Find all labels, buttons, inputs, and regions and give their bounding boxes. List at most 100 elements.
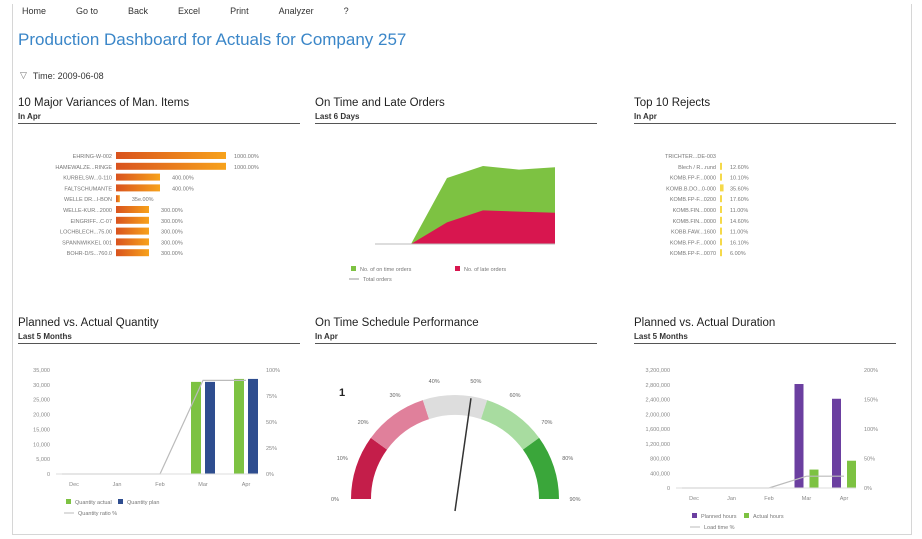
- menu-excel[interactable]: Excel: [178, 6, 200, 22]
- panel-title: Planned vs. Actual Duration: [634, 317, 776, 329]
- panel-ontime-orders: On Time and Late Orders Last 6 Days No. …: [315, 97, 597, 289]
- gauge-tick-label: 80%: [562, 456, 573, 462]
- reject-value-label: 14.60%: [730, 219, 749, 225]
- x-tick-label: Dec: [69, 482, 79, 488]
- panel-planned-duration: Planned vs. Actual Duration Last 5 Month…: [634, 317, 896, 539]
- y2-tick-label: 100%: [266, 368, 280, 374]
- y-tick-label: 2,400,000: [646, 398, 670, 404]
- gauge-segment: [370, 400, 430, 450]
- reject-value-label: 11.00%: [730, 208, 748, 214]
- y-tick-label: 15,000: [33, 427, 50, 433]
- legend-label-total: Total orders: [363, 277, 392, 283]
- legend-swatch: [692, 513, 697, 518]
- panel-subtitle: In Apr: [18, 112, 300, 124]
- menu-print[interactable]: Print: [230, 6, 249, 22]
- ontime-orders-chart: No. of on time orders No. of late orders T…: [349, 166, 555, 283]
- menu-analyzer[interactable]: Analyzer: [279, 6, 314, 22]
- panel-title: Top 10 Rejects: [634, 97, 711, 109]
- gauge-tick-label: 0%: [331, 497, 339, 503]
- bar-category-label: HAMEWALZE...RINGE: [55, 165, 112, 171]
- bar-category-label: EHRING-W-002: [73, 154, 112, 160]
- bar-category-label: BOHR-D/S...760.0: [67, 251, 112, 257]
- gauge-number: 1: [339, 387, 345, 399]
- gauge-tick-label: 20%: [358, 420, 369, 426]
- reject-bar: [720, 184, 724, 192]
- y2-tick-label: 25%: [266, 446, 277, 452]
- panel-title: 10 Major Variances of Man. Items: [18, 97, 190, 109]
- chevron-down-icon[interactable]: ▽: [20, 70, 27, 81]
- y-tick-label: 10,000: [33, 442, 50, 448]
- panel-title: On Time and Late Orders: [315, 97, 445, 109]
- reject-category-label: KOBB.FAW...1600: [671, 230, 716, 236]
- menu-home[interactable]: Home: [22, 6, 46, 22]
- y2-tick-label: 50%: [266, 420, 277, 426]
- bar-value-label: 35e.00%: [132, 197, 154, 203]
- y-tick-label: 5,000: [36, 457, 50, 463]
- gauge-tick-label: 10%: [337, 456, 348, 462]
- bar-series-1: [234, 378, 244, 474]
- y2-tick-label: 150%: [864, 398, 878, 404]
- legend-swatch-ontime: [351, 266, 356, 271]
- variance-bar: [116, 195, 120, 203]
- time-filter[interactable]: ▽ Time: 2009-06-08: [20, 70, 104, 81]
- panel-subtitle: Last 5 Months: [634, 332, 896, 344]
- gauge-segment: [351, 437, 388, 499]
- bar-category-label: KURBELSW...0-110: [63, 176, 112, 182]
- gauge-tick-label: 70%: [541, 420, 552, 426]
- y-tick-label: 2,800,000: [646, 383, 670, 389]
- time-filter-label: Time: 2009-06-08: [32, 70, 104, 81]
- y-tick-label: 3,200,000: [646, 368, 670, 374]
- gauge-segment: [522, 437, 559, 499]
- legend-label: Quantity actual: [75, 500, 112, 506]
- bar-series-2: [248, 378, 258, 474]
- reject-bar: [720, 227, 722, 235]
- panel-subtitle: In Apr: [315, 332, 597, 344]
- reject-bar: [720, 195, 722, 203]
- reject-bar: [720, 216, 722, 224]
- legend-label: Quantity plan: [127, 500, 159, 506]
- planned-duration-chart: 3,200,000 2,800,000 2,400,000 2,000,000 1,60…: [646, 368, 879, 531]
- y2-tick-label: 200%: [864, 368, 878, 374]
- bar-value-label: 1000.00%: [234, 165, 259, 171]
- y2-tick-label: 75%: [266, 394, 277, 400]
- y-tick-label: 0: [667, 486, 670, 492]
- rejects-chart: TRICHTER...DE-003 Blech / R...rund 12.60% K…: [665, 154, 749, 257]
- y-tick-label: 800,000: [650, 457, 670, 463]
- bar-series-2: [809, 469, 819, 488]
- legend-swatch: [66, 499, 71, 504]
- bar-series-2: [205, 381, 215, 474]
- panel-title: Planned vs. Actual Quantity: [18, 317, 159, 329]
- variance-bar: [116, 152, 226, 159]
- reject-category-label: KOMB.B.DO...0-000: [666, 186, 716, 192]
- legend-label-line: Quantity ratio %: [78, 511, 117, 517]
- reject-value-label: 12.60%: [730, 165, 749, 171]
- panel-title: On Time Schedule Performance: [315, 317, 479, 329]
- bar-category-label: EINGRIFF...C-07: [70, 219, 112, 225]
- reject-category-label: KOMB.FP-F...0000: [670, 176, 716, 182]
- bar-category-label: LOCHBLECH...75.00: [60, 230, 112, 236]
- gauge-segment: [422, 395, 488, 420]
- menu-help[interactable]: ?: [344, 6, 349, 22]
- reject-bar: [720, 162, 722, 170]
- y2-tick-label: 50%: [864, 457, 875, 463]
- reject-bar: [720, 249, 722, 257]
- bar-category-label: WELLE-KUR...2000: [63, 208, 112, 214]
- x-tick-label: Apr: [840, 496, 849, 502]
- reject-category-label: KOMB.FP-F...0070: [670, 251, 716, 257]
- variance-bar: [116, 184, 160, 192]
- reject-value-label: 35.60%: [730, 186, 749, 192]
- gauge-tick-label: 60%: [509, 393, 520, 399]
- legend-label: Actual hours: [753, 514, 784, 520]
- legend-label: Planned hours: [701, 514, 737, 520]
- y-tick-label: 1,200,000: [646, 442, 670, 448]
- bar-value-label: 300.00%: [161, 208, 183, 214]
- panel-rejects: Top 10 Rejects In Apr TRICHTER...DE-003 B…: [634, 97, 896, 289]
- menu-go-to[interactable]: Go to: [76, 6, 98, 22]
- menu-back[interactable]: Back: [128, 6, 148, 22]
- variance-bar: [116, 162, 226, 170]
- legend-label-ontime: No. of on time orders: [360, 267, 412, 273]
- reject-category-label: TRICHTER...DE-003: [665, 154, 716, 160]
- panel-subtitle: Last 5 Months: [18, 332, 300, 344]
- bar-value-label: 1000.00%: [234, 154, 259, 160]
- reject-category-label: KOMB.FP-F...0200: [670, 197, 716, 203]
